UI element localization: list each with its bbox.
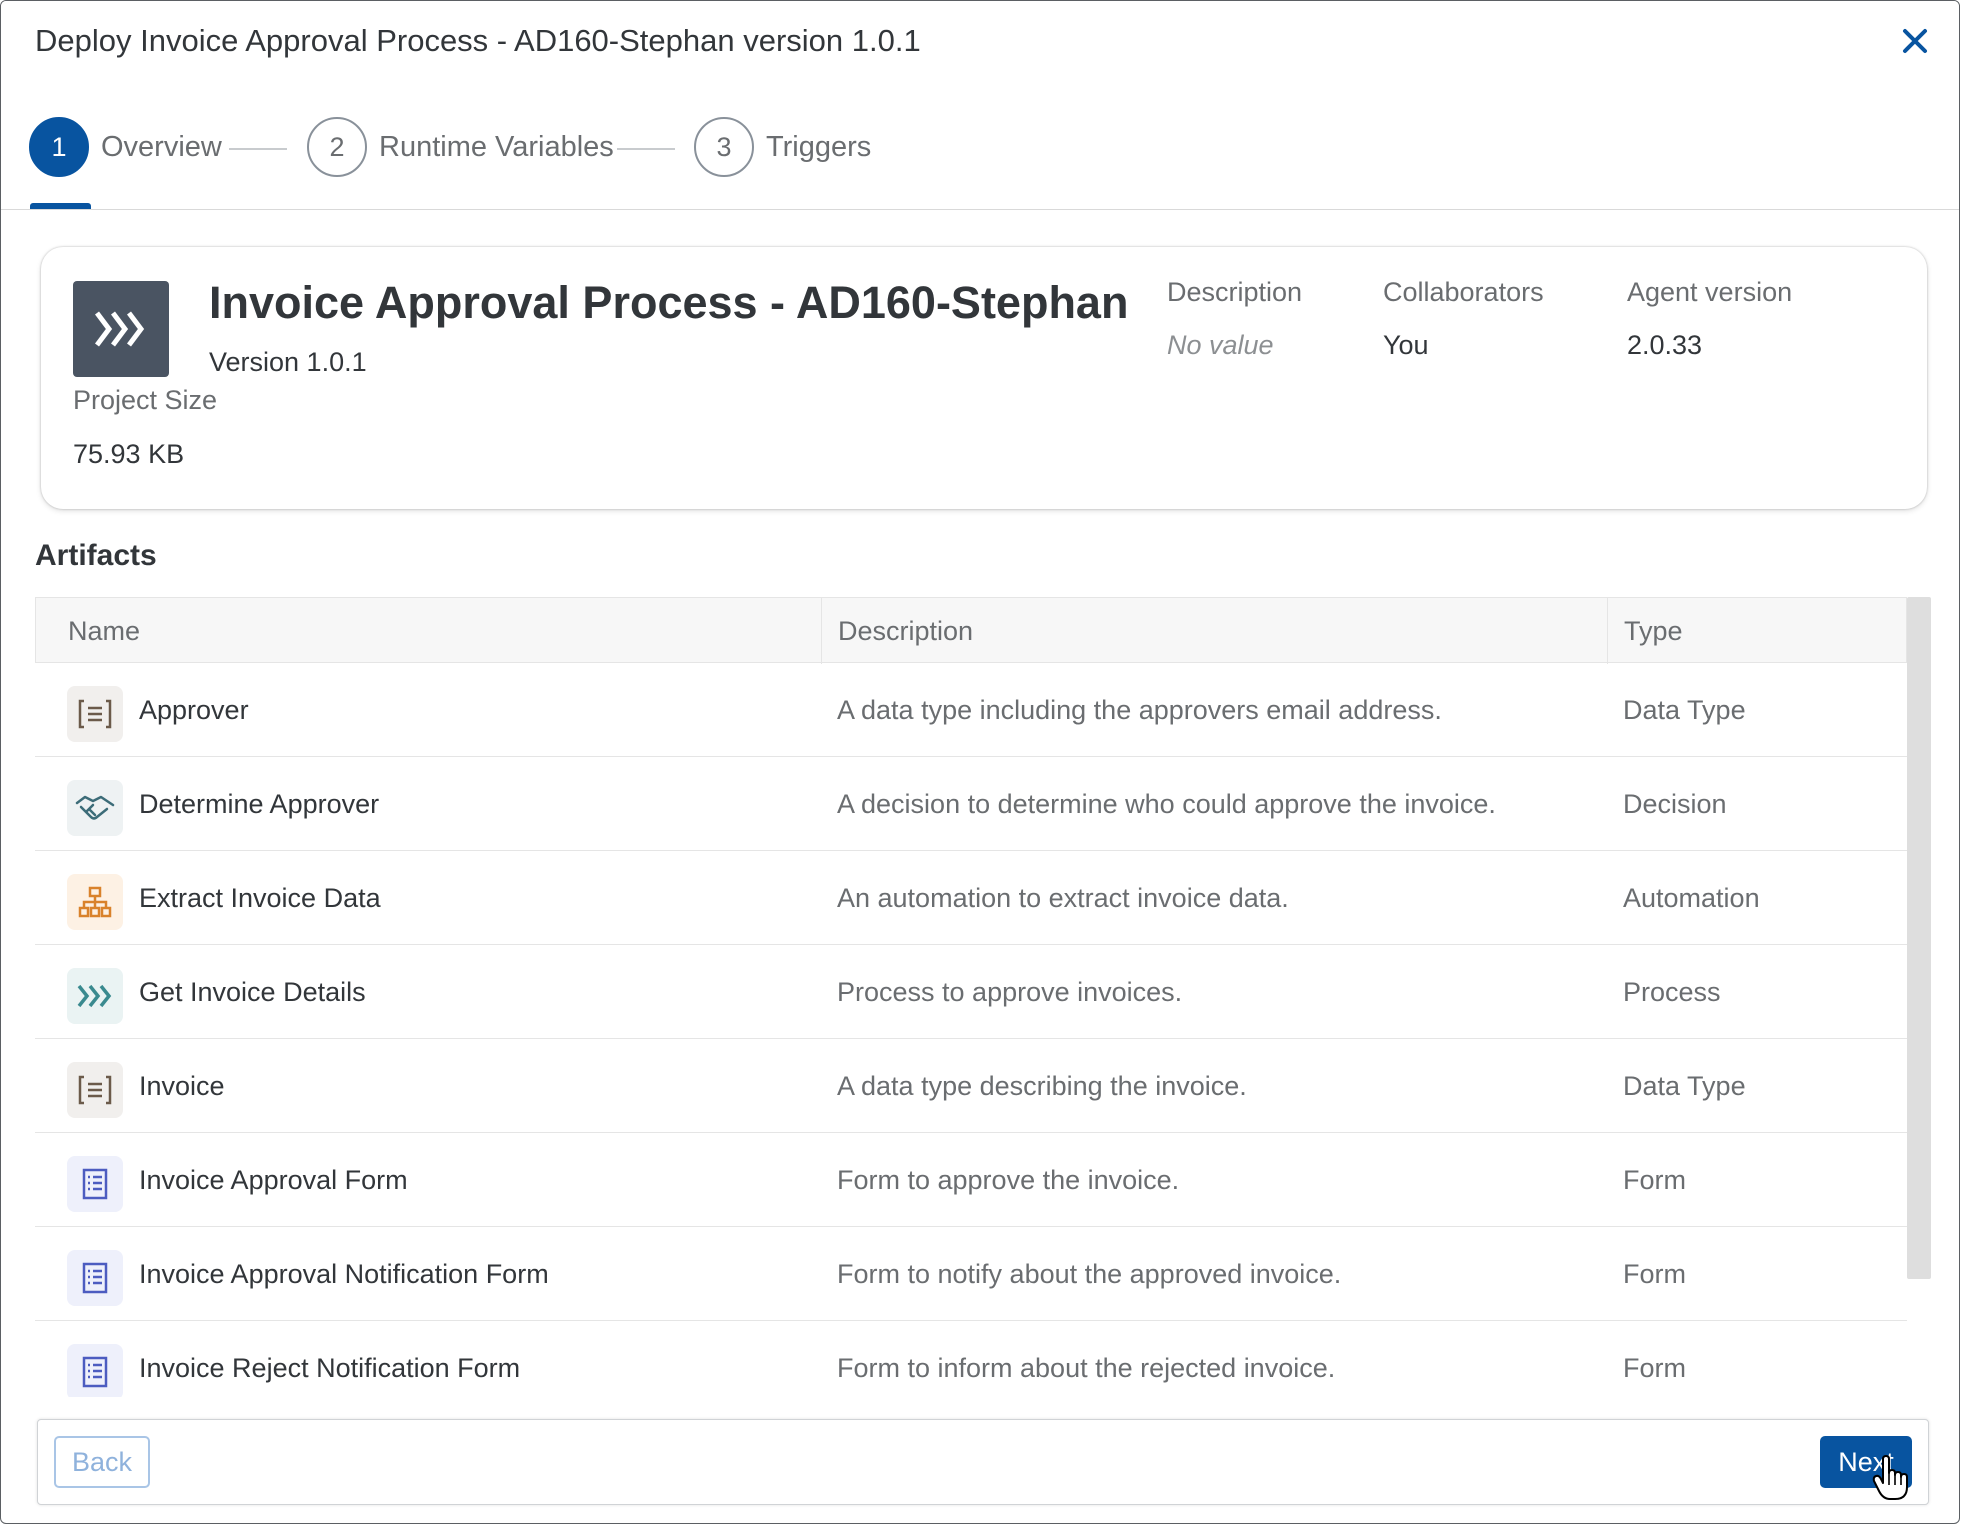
process-chevrons-icon (67, 968, 123, 1024)
form-icon (67, 1344, 123, 1397)
meta-label: Collaborators (1383, 277, 1544, 307)
artifact-type: Form (1623, 1258, 1686, 1289)
column-header-name[interactable]: Name (68, 598, 820, 664)
table-row[interactable]: Determine Approver A decision to determi… (35, 757, 1907, 851)
step-label: Overview (101, 130, 222, 163)
artifact-description: A data type describing the invoice. (837, 1070, 1247, 1101)
back-button[interactable]: Back (54, 1436, 150, 1488)
artifact-description: An automation to extract invoice data. (837, 882, 1289, 913)
data-type-icon (67, 686, 123, 742)
step-connector (617, 148, 675, 150)
artifact-type: Data Type (1623, 694, 1746, 725)
table-row[interactable]: Invoice Approval Form Form to approve th… (35, 1133, 1907, 1227)
artifact-description: Form to approve the invoice. (837, 1164, 1180, 1195)
step-triggers[interactable]: 3 Triggers (694, 115, 871, 179)
step-number: 1 (29, 117, 89, 177)
project-version: Version 1.0.1 (209, 347, 367, 377)
step-number: 3 (694, 117, 754, 177)
artifact-name: Approver (139, 694, 249, 725)
meta-agent-version: Agent version 2.0.33 (1627, 277, 1792, 361)
artifact-name: Get Invoice Details (139, 976, 366, 1007)
project-size-value: 75.93 KB (73, 439, 185, 469)
dialog-footer: Back Next (37, 1419, 1929, 1505)
column-header-description[interactable]: Description (821, 598, 1607, 664)
artifact-name: Invoice Reject Notification Form (139, 1352, 521, 1383)
artifact-description: Form to inform about the rejected invoic… (837, 1352, 1336, 1383)
data-type-icon (67, 1062, 123, 1118)
table-row[interactable]: Invoice A data type describing the invoi… (35, 1039, 1907, 1133)
meta-collaborators: Collaborators You (1383, 277, 1544, 361)
artifacts-table: Name Description Type Approver A data ty… (35, 597, 1907, 1397)
deploy-dialog: Deploy Invoice Approval Process - AD160-… (0, 0, 1960, 1524)
artifact-description: Form to notify about the approved invoic… (837, 1258, 1342, 1289)
table-row[interactable]: Get Invoice Details Process to approve i… (35, 945, 1907, 1039)
artifacts-heading: Artifacts (35, 539, 157, 572)
table-row[interactable]: Approver A data type including the appro… (35, 663, 1907, 757)
artifact-type: Form (1623, 1164, 1686, 1195)
table-scrollbar[interactable] (1907, 597, 1931, 1279)
project-size-label: Project Size (73, 385, 218, 415)
artifact-name: Extract Invoice Data (139, 882, 381, 913)
artifact-name: Invoice (139, 1070, 225, 1101)
step-label: Runtime Variables (379, 130, 614, 163)
project-title: Invoice Approval Process - AD160-Stephan (209, 277, 1129, 328)
step-overview[interactable]: 1 Overview (29, 115, 222, 179)
artifact-type: Data Type (1623, 1070, 1746, 1101)
form-icon (67, 1250, 123, 1306)
artifact-description: Process to approve invoices. (837, 976, 1183, 1007)
project-summary-card: Invoice Approval Process - AD160-Stephan… (41, 247, 1927, 509)
process-chevrons-icon (73, 281, 169, 377)
close-icon[interactable] (1897, 23, 1933, 59)
table-row[interactable]: Invoice Reject Notification Form Form to… (35, 1321, 1907, 1397)
table-row[interactable]: Invoice Approval Notification Form Form … (35, 1227, 1907, 1321)
artifact-name: Invoice Approval Form (139, 1164, 408, 1195)
artifact-type: Process (1623, 976, 1721, 1007)
artifact-description: A decision to determine who could approv… (837, 788, 1496, 819)
step-runtime-variables[interactable]: 2 Runtime Variables (307, 115, 614, 179)
artifact-name: Determine Approver (139, 788, 380, 819)
meta-value: No value (1167, 330, 1274, 360)
table-row[interactable]: Extract Invoice Data An automation to ex… (35, 851, 1907, 945)
meta-label: Agent version (1627, 277, 1793, 307)
artifact-type: Decision (1623, 788, 1727, 819)
dialog-header: Deploy Invoice Approval Process - AD160-… (1, 1, 1959, 84)
automation-hierarchy-icon (67, 874, 123, 930)
artifact-type: Form (1623, 1352, 1686, 1383)
meta-description: Description No value (1167, 277, 1302, 361)
meta-value: 2.0.33 (1627, 330, 1703, 360)
artifact-description: A data type including the approvers emai… (837, 694, 1442, 725)
decision-handshake-icon (67, 780, 123, 836)
hand-pointer-icon (1871, 1455, 1911, 1501)
step-connector (229, 148, 287, 150)
column-header-type[interactable]: Type (1607, 598, 1907, 664)
wizard-stepper: 1 Overview 2 Runtime Variables 3 Trigger… (1, 83, 1959, 210)
meta-value: You (1383, 330, 1429, 360)
artifact-type: Automation (1623, 882, 1760, 913)
step-label: Triggers (766, 130, 872, 163)
form-icon (67, 1156, 123, 1212)
meta-label: Description (1167, 277, 1303, 307)
step-number: 2 (307, 117, 367, 177)
table-header: Name Description Type (35, 597, 1907, 664)
dialog-content: Invoice Approval Process - AD160-Stephan… (1, 209, 1959, 1523)
dialog-title: Deploy Invoice Approval Process - AD160-… (35, 23, 921, 58)
artifact-name: Invoice Approval Notification Form (139, 1258, 549, 1289)
